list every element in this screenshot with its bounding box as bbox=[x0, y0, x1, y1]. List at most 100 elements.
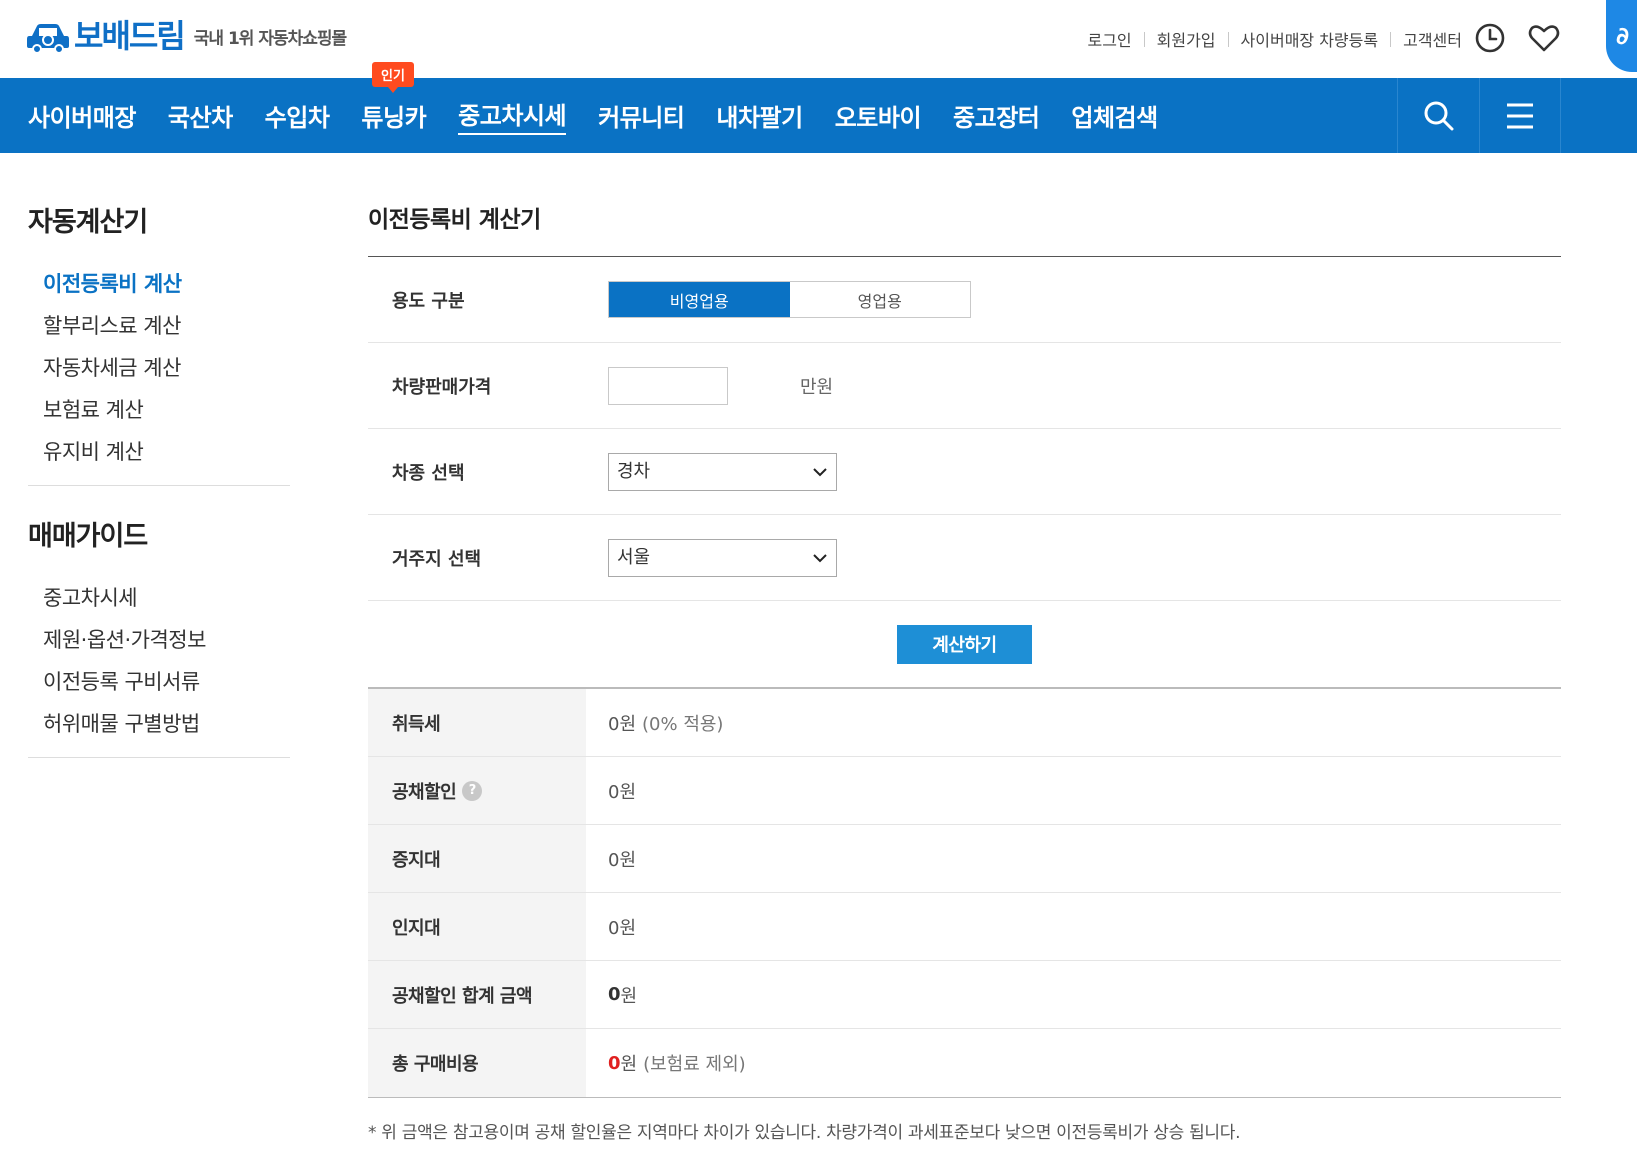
divider bbox=[1143, 31, 1145, 47]
main-nav: 사이버매장 국산차 수입차 튜닝카 중고차시세 커뮤니티 내차팔기 오토바이 중… bbox=[0, 78, 1637, 153]
nav-item-motorcycle[interactable]: 오토바이 bbox=[835, 98, 922, 133]
menu-button[interactable] bbox=[1479, 78, 1561, 153]
sidebar-item-specs[interactable]: 제원·옵션·가격정보 bbox=[43, 619, 290, 661]
calculator-list: 이전등록비 계산 할부리스료 계산 자동차세금 계산 보험료 계산 유지비 계산 bbox=[28, 263, 290, 473]
region-label: 거주지 선택 bbox=[392, 548, 482, 570]
result-row-acq-tax: 취득세 0원 (0% 적용) bbox=[368, 689, 1561, 757]
grand-total-label: 총 구매비용 bbox=[368, 1029, 586, 1097]
usage-row: 용도 구분 비영업용 영업용 bbox=[368, 257, 1561, 343]
sidebar-item-fake-listings[interactable]: 허위매물 구별방법 bbox=[43, 703, 290, 745]
sidebar-item-used-price[interactable]: 중고차시세 bbox=[43, 577, 290, 619]
grand-total-note: (보험료 제외) bbox=[643, 1054, 746, 1075]
bond-discount-label: 공채할인 bbox=[392, 781, 457, 803]
usage-option-non-commercial[interactable]: 비영업용 bbox=[609, 282, 790, 317]
price-row: 차량판매가격 만원 bbox=[368, 343, 1561, 429]
calculate-button[interactable]: 계산하기 bbox=[897, 624, 1032, 664]
usage-option-commercial[interactable]: 영업용 bbox=[790, 282, 971, 317]
result-table: 취득세 0원 (0% 적용) 공채할인 ? 0원 증지대 0원 인지대 0원 공… bbox=[368, 687, 1561, 1098]
help-icon[interactable]: ? bbox=[462, 780, 483, 801]
vehicle-type-select[interactable]: 경차 bbox=[608, 452, 837, 491]
revenue-stamp-value-cell: 0원 bbox=[586, 893, 1561, 960]
acq-tax-label: 취득세 bbox=[368, 689, 586, 756]
stamp-value: 0원 bbox=[608, 849, 637, 871]
usage-toggle: 비영업용 영업용 bbox=[608, 281, 971, 318]
nav-item-sell-car[interactable]: 내차팔기 bbox=[716, 98, 803, 133]
sidebar-item-car-tax[interactable]: 자동차세금 계산 bbox=[43, 347, 290, 389]
car-logo-icon bbox=[26, 18, 70, 54]
nav-item-used-price[interactable]: 중고차시세 bbox=[458, 96, 567, 135]
price-input[interactable] bbox=[608, 366, 728, 405]
disclaimer-note: * 위 금액은 참고용이며 공채 할인율은 지역마다 차이가 있습니다. 차량가… bbox=[368, 1123, 1241, 1143]
nav-item-community[interactable]: 커뮤니티 bbox=[598, 98, 685, 133]
guide-list: 중고차시세 제원·옵션·가격정보 이전등록 구비서류 허위매물 구별방법 bbox=[28, 577, 290, 745]
sidebar-title-calculators: 자동계산기 bbox=[28, 207, 148, 238]
sidebar-item-maintenance[interactable]: 유지비 계산 bbox=[43, 431, 290, 473]
sidebar-item-installment[interactable]: 할부리스료 계산 bbox=[43, 305, 290, 347]
login-link[interactable]: 로그인 bbox=[1087, 27, 1131, 51]
result-row-bond-discount: 공채할인 ? 0원 bbox=[368, 757, 1561, 825]
result-row-revenue-stamp: 인지대 0원 bbox=[368, 893, 1561, 961]
usage-label: 용도 구분 bbox=[392, 290, 465, 312]
nav-items: 사이버매장 국산차 수입차 튜닝카 중고차시세 커뮤니티 내차팔기 오토바이 중… bbox=[28, 78, 1190, 153]
sidebar-item-insurance[interactable]: 보험료 계산 bbox=[43, 389, 290, 431]
clock-icon[interactable] bbox=[1472, 20, 1508, 56]
nav-item-tuning[interactable]: 튜닝카 bbox=[361, 98, 426, 133]
type-row: 차종 선택 경차 bbox=[368, 429, 1561, 515]
grand-total-unit: 원 bbox=[620, 1054, 638, 1075]
nav-item-imported[interactable]: 수입차 bbox=[265, 98, 330, 133]
nav-item-dealer-search[interactable]: 업체검색 bbox=[1071, 98, 1158, 133]
region-row: 거주지 선택 서울 bbox=[368, 515, 1561, 601]
hamburger-icon bbox=[1507, 103, 1533, 128]
vehicle-type-value: 경차 bbox=[617, 460, 651, 482]
chevron-down-icon bbox=[813, 553, 827, 562]
sidebar: 자동계산기 이전등록비 계산 할부리스료 계산 자동차세금 계산 보험료 계산 … bbox=[28, 200, 290, 786]
calculator-main: 이전등록비 계산기 용도 구분 비영업용 영업용 차량판매가격 만원 차종 선택… bbox=[368, 200, 1561, 1143]
logo-slogan: 국내 1위 자동차쇼핑몰 bbox=[193, 29, 347, 49]
bond-total-amount: 0 bbox=[608, 984, 621, 1005]
sidebar-item-transfer-fee[interactable]: 이전등록비 계산 bbox=[43, 263, 290, 305]
side-quick-menu-badge[interactable]: ∂ bbox=[1606, 0, 1637, 72]
search-button[interactable] bbox=[1397, 78, 1479, 153]
acq-tax-value-cell: 0원 (0% 적용) bbox=[586, 689, 1561, 756]
revenue-stamp-label: 인지대 bbox=[368, 893, 586, 960]
divider bbox=[1390, 31, 1392, 47]
nav-item-market[interactable]: 중고장터 bbox=[953, 98, 1040, 133]
sidebar-divider bbox=[28, 757, 290, 758]
acq-tax-note: (0% 적용) bbox=[642, 713, 724, 735]
register-vehicle-link[interactable]: 사이버매장 차량등록 bbox=[1241, 27, 1379, 51]
sidebar-title-guide: 매매가이드 bbox=[28, 521, 148, 552]
signup-link[interactable]: 회원가입 bbox=[1157, 27, 1216, 51]
bond-discount-value-cell: 0원 bbox=[586, 757, 1561, 824]
region-select[interactable]: 서울 bbox=[608, 538, 837, 577]
result-row-stamp: 증지대 0원 bbox=[368, 825, 1561, 893]
quick-menu-glyph: ∂ bbox=[1616, 22, 1630, 50]
top-utility-bar: 보배드림 국내 1위 자동차쇼핑몰 로그인 회원가입 사이버매장 차량등록 고객… bbox=[0, 0, 1637, 78]
bond-total-unit: 원 bbox=[620, 985, 638, 1007]
divider bbox=[1227, 31, 1229, 47]
result-row-grand-total: 총 구매비용 0원 (보험료 제외) bbox=[368, 1029, 1561, 1097]
heart-icon[interactable] bbox=[1526, 20, 1562, 56]
revenue-stamp-value: 0원 bbox=[608, 917, 637, 939]
sidebar-divider bbox=[28, 485, 290, 486]
bond-total-value-cell: 0원 bbox=[586, 961, 1561, 1028]
region-value: 서울 bbox=[617, 546, 651, 568]
type-label: 차종 선택 bbox=[392, 462, 465, 484]
customer-center-link[interactable]: 고객센터 bbox=[1403, 27, 1462, 51]
price-unit: 만원 bbox=[800, 376, 834, 398]
grand-total-value-cell: 0원 (보험료 제외) bbox=[586, 1029, 1561, 1097]
acq-tax-value: 0원 bbox=[608, 713, 637, 735]
nav-item-cyber-store[interactable]: 사이버매장 bbox=[28, 98, 136, 133]
sidebar-item-documents[interactable]: 이전등록 구비서류 bbox=[43, 661, 290, 703]
page-title: 이전등록비 계산기 bbox=[368, 207, 541, 233]
nav-item-domestic[interactable]: 국산차 bbox=[168, 98, 233, 133]
site-logo[interactable]: 보배드림 국내 1위 자동차쇼핑몰 bbox=[26, 17, 347, 55]
price-label: 차량판매가격 bbox=[392, 376, 492, 398]
logo-text: 보배드림 bbox=[74, 17, 186, 55]
search-icon bbox=[1424, 101, 1453, 130]
chevron-down-icon bbox=[813, 467, 827, 476]
stamp-value-cell: 0원 bbox=[586, 825, 1561, 892]
bond-discount-label-cell: 공채할인 ? bbox=[368, 757, 586, 824]
stamp-label: 증지대 bbox=[368, 825, 586, 892]
result-row-bond-total: 공채할인 합계 금액 0원 bbox=[368, 961, 1561, 1029]
calculator-form: 용도 구분 비영업용 영업용 차량판매가격 만원 차종 선택 경차 거주지 선택 bbox=[368, 256, 1561, 687]
